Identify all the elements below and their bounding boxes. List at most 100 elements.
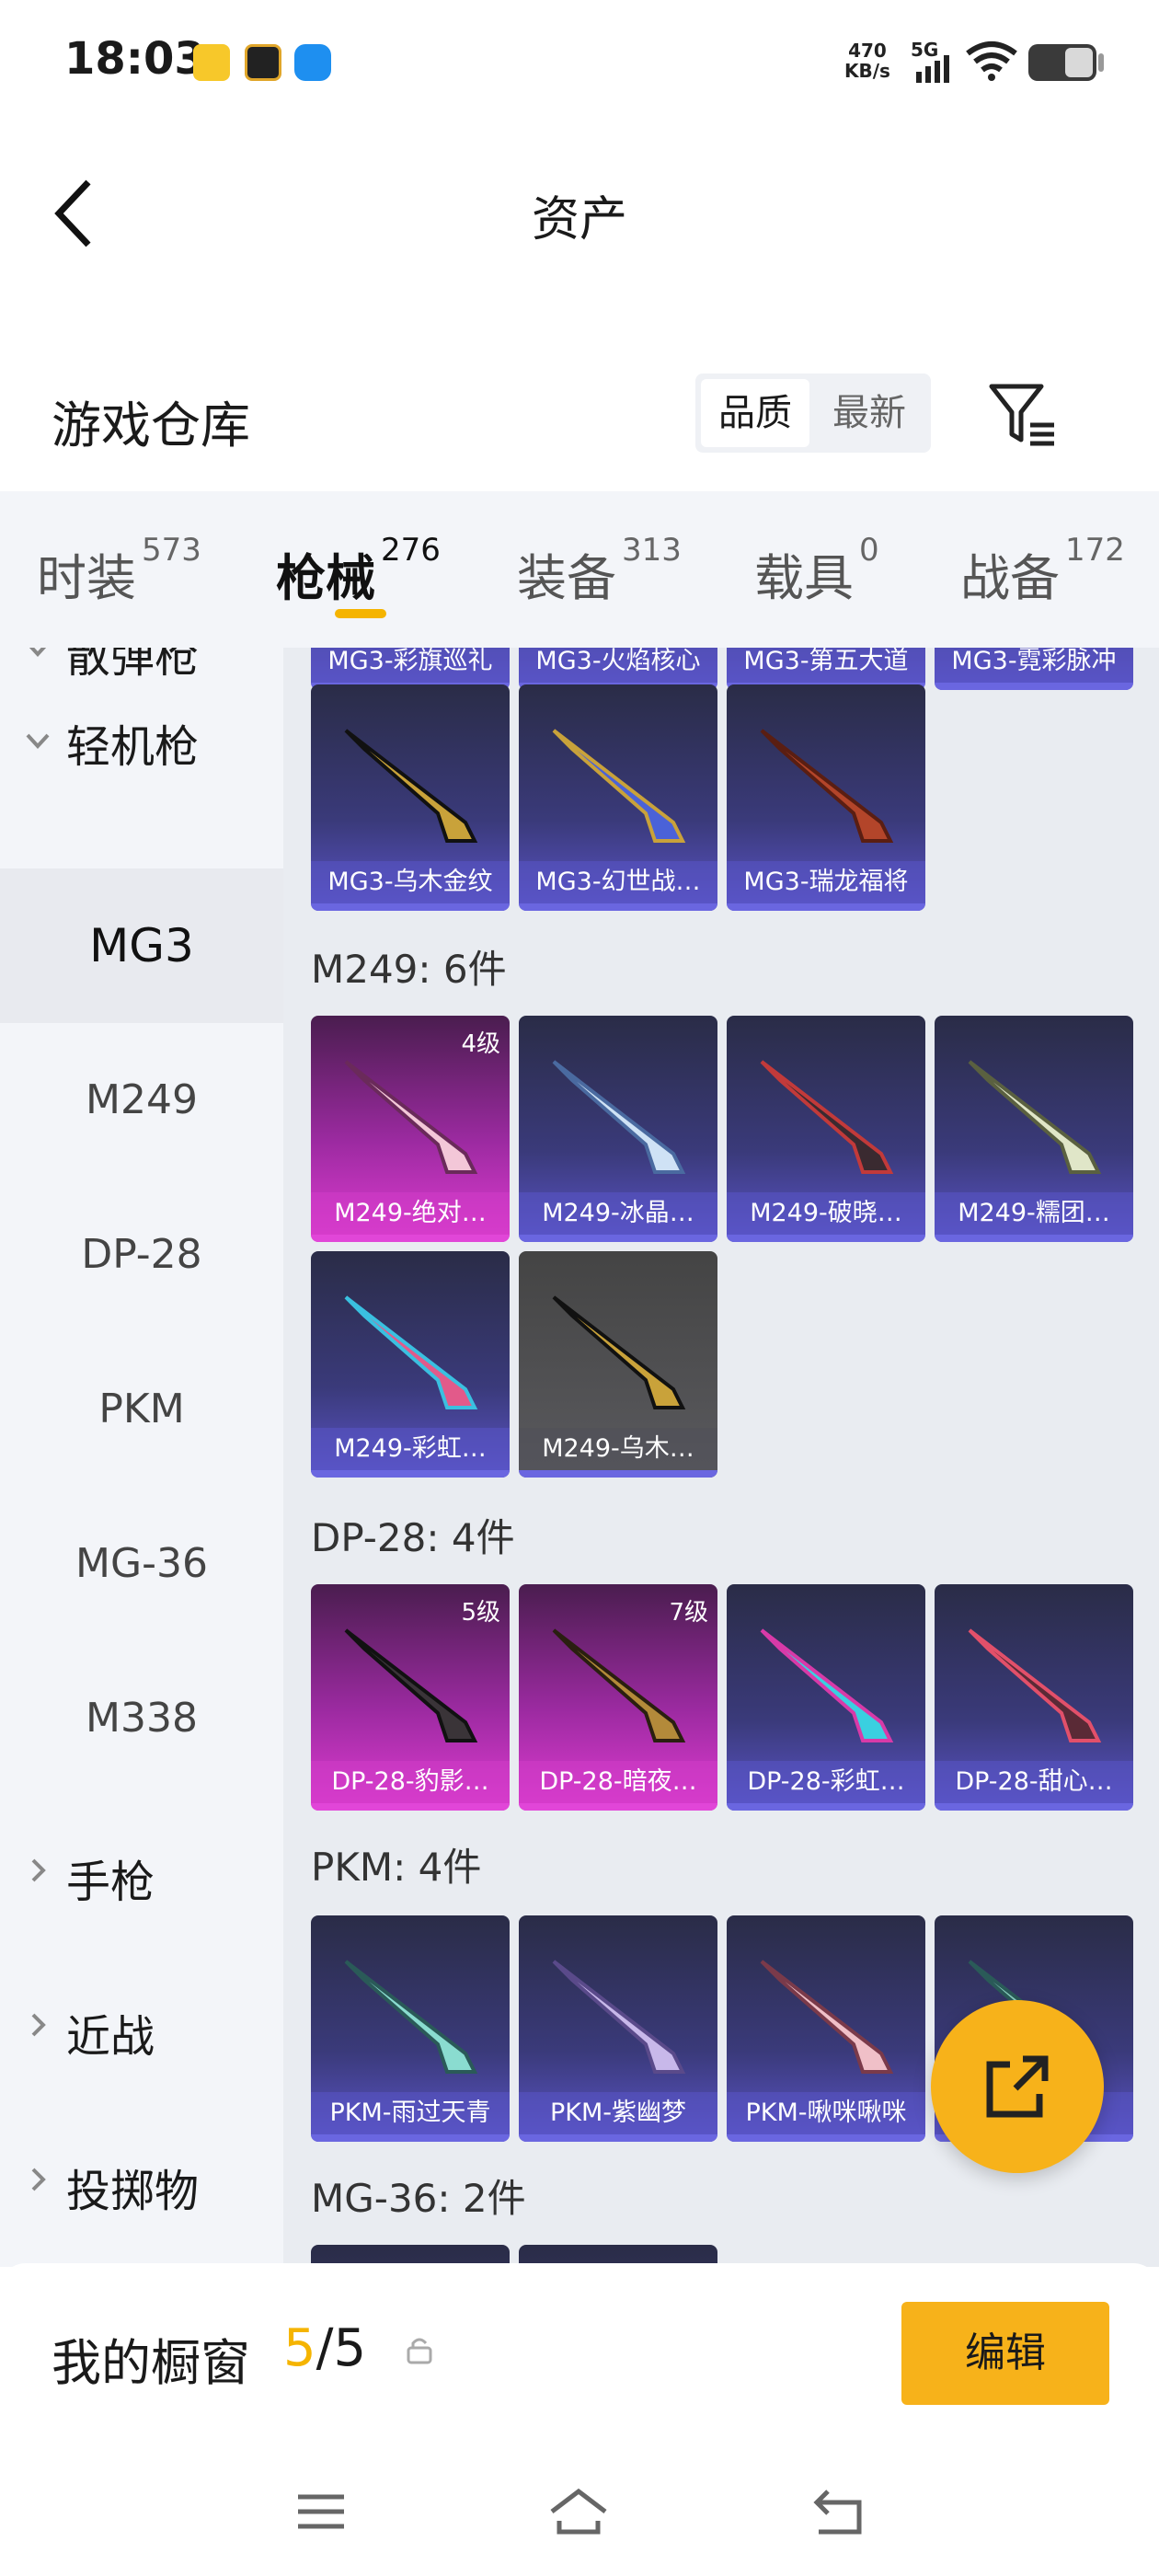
gun-image-icon <box>344 1960 478 2074</box>
group-title-pkm: PKM: 4件 <box>311 1845 482 1890</box>
showcase-label: 我的橱窗 <box>52 2334 250 2392</box>
battery-tip <box>1098 53 1104 72</box>
edit-button[interactable]: 编辑 <box>901 2302 1109 2405</box>
tab-outfits[interactable]: 时装 573 <box>37 532 201 610</box>
sort-toggle: 品质 最新 <box>695 374 931 453</box>
chevron-right-icon <box>31 2013 46 2037</box>
weapon-card[interactable]: 4级 M249-绝对… <box>311 1016 510 1242</box>
sidebar-group-melee[interactable]: 近战 <box>0 1950 283 2105</box>
sidebar-item-m338[interactable]: M338 <box>0 1641 283 1796</box>
weapon-card[interactable]: MG3-瑞龙福将 <box>727 684 925 911</box>
tab-count: 573 <box>142 532 201 569</box>
battery-icon <box>1028 44 1096 81</box>
weapon-name: MG3-霓彩脉冲 <box>935 648 1133 683</box>
weapon-card[interactable]: DP-28-甜心… <box>935 1584 1133 1811</box>
weapon-name: M249-冰晶… <box>519 1192 717 1235</box>
tab-weapons[interactable]: 枪械 276 <box>276 532 441 610</box>
weapon-card[interactable]: MG3-幻世战… <box>519 684 717 911</box>
chevron-right-icon <box>31 2168 46 2191</box>
tab-count: 172 <box>1065 532 1125 569</box>
gun-image-icon <box>760 729 894 843</box>
share-fab-button[interactable] <box>931 2000 1104 2173</box>
sidebar-item-dp28[interactable]: DP-28 <box>0 1178 283 1332</box>
weapon-name: MG3-乌木金纹 <box>311 861 510 903</box>
active-tab-indicator <box>335 609 386 618</box>
tab-label: 时装 <box>37 549 136 607</box>
sidebar-group-pistol[interactable]: 手枪 <box>0 1796 283 1950</box>
tab-count: 276 <box>381 532 441 569</box>
status-bar: 18:03 470 KB/s 5G <box>0 0 1159 120</box>
level-badge: 5级 <box>461 1599 500 1627</box>
tab-label: 枪械 <box>276 549 375 607</box>
tab-supplies[interactable]: 战备 172 <box>960 532 1125 610</box>
weapon-card[interactable]: M249-破晓… <box>727 1016 925 1242</box>
gun-image-icon <box>344 729 478 843</box>
sidebar-item-m249[interactable]: M249 <box>0 1023 283 1178</box>
level-badge: 7级 <box>669 1599 708 1627</box>
weapon-name: MG3-瑞龙福将 <box>727 861 925 903</box>
group-title-mg36: MG-36: 2件 <box>311 2176 526 2221</box>
group-title-m249: M249: 6件 <box>311 947 507 992</box>
weapon-name: DP-28-暗夜… <box>519 1761 717 1803</box>
app-notification-icon <box>193 44 230 81</box>
tab-equipment[interactable]: 装备 313 <box>517 532 682 610</box>
weapon-name: DP-28-豹影… <box>311 1761 510 1803</box>
weapon-card[interactable]: 7级 DP-28-暗夜… <box>519 1584 717 1811</box>
filter-icon[interactable] <box>988 383 1058 447</box>
chevron-right-icon <box>31 1858 46 1882</box>
weapon-card[interactable]: M249-彩虹… <box>311 1251 510 1478</box>
du-notification-icon <box>294 44 331 81</box>
sidebar-item-mg3[interactable]: MG3 <box>0 868 283 1023</box>
gun-image-icon <box>552 729 686 843</box>
weapon-name: MG3-第五大道 <box>727 648 925 683</box>
sidebar-group-throwable[interactable]: 投掷物 <box>0 2105 283 2260</box>
weapon-card[interactable]: MG3-乌木金纹 <box>311 684 510 911</box>
page-title: 资产 <box>531 192 627 247</box>
weapon-card[interactable]: M249-乌木… <box>519 1251 717 1478</box>
sidebar-item-pkm[interactable]: PKM <box>0 1332 283 1487</box>
showcase-count: 5/5 <box>283 2318 366 2378</box>
lock-icon <box>407 2338 432 2364</box>
gun-image-icon <box>760 1060 894 1174</box>
gun-image-icon <box>968 1628 1102 1742</box>
speed-value: 470 <box>848 40 887 62</box>
wifi-icon <box>966 41 1017 81</box>
weapon-name: M249-彩虹… <box>311 1428 510 1470</box>
system-nav-bar <box>0 2456 1159 2576</box>
level-badge: 4级 <box>461 1030 500 1058</box>
network-speed: 470 KB/s <box>844 40 890 81</box>
tab-vehicles[interactable]: 载具 0 <box>754 532 879 610</box>
status-time: 18:03 <box>64 33 205 85</box>
weapon-card[interactable]: MG3-霓彩脉冲 <box>935 648 1133 690</box>
gun-image-icon <box>344 1295 478 1409</box>
weapon-card[interactable]: M249-冰晶… <box>519 1016 717 1242</box>
tab-count: 0 <box>859 532 879 569</box>
weapon-name: PKM-啾咪啾咪 <box>727 2092 925 2134</box>
weapon-name: M249-乌木… <box>519 1428 717 1470</box>
sidebar-group-light-mg[interactable]: 轻机枪 <box>0 684 283 839</box>
sidebar-group-label: 投掷物 <box>66 2166 200 2217</box>
weapon-card[interactable]: PKM-啾咪啾咪 <box>727 1915 925 2142</box>
gun-image-icon <box>552 1295 686 1409</box>
chevron-down-icon <box>29 648 47 657</box>
weapon-name: MG3-彩旗巡礼 <box>311 648 510 683</box>
weapon-name: MG3-幻世战… <box>519 861 717 903</box>
group-title-dp28: DP-28: 4件 <box>311 1515 515 1560</box>
sidebar-group-label: 散弹枪 <box>66 648 200 683</box>
weapon-card[interactable]: 5级 DP-28-豹影… <box>311 1584 510 1811</box>
home-icon[interactable] <box>546 2484 611 2539</box>
sort-latest-button[interactable]: 最新 <box>815 379 924 447</box>
back-icon[interactable] <box>806 2484 870 2539</box>
weapon-card[interactable]: DP-28-彩虹… <box>727 1584 925 1811</box>
sort-quality-button[interactable]: 品质 <box>701 379 809 447</box>
weapon-card[interactable]: M249-糯团… <box>935 1016 1133 1242</box>
menu-icon[interactable] <box>289 2484 353 2539</box>
weapon-card[interactable]: PKM-雨过天青 <box>311 1915 510 2142</box>
weapon-card[interactable]: PKM-紫幽梦 <box>519 1915 717 2142</box>
weapon-name: M249-糯团… <box>935 1192 1133 1235</box>
sidebar-group-label: 近战 <box>66 2011 155 2063</box>
chevron-down-icon <box>26 733 50 749</box>
signal-icon <box>916 55 949 83</box>
sidebar-item-mg36[interactable]: MG-36 <box>0 1487 283 1641</box>
app-root: 18:03 470 KB/s 5G 资产 游戏仓库 品质 最新 时装 573 枪… <box>0 0 1159 2576</box>
